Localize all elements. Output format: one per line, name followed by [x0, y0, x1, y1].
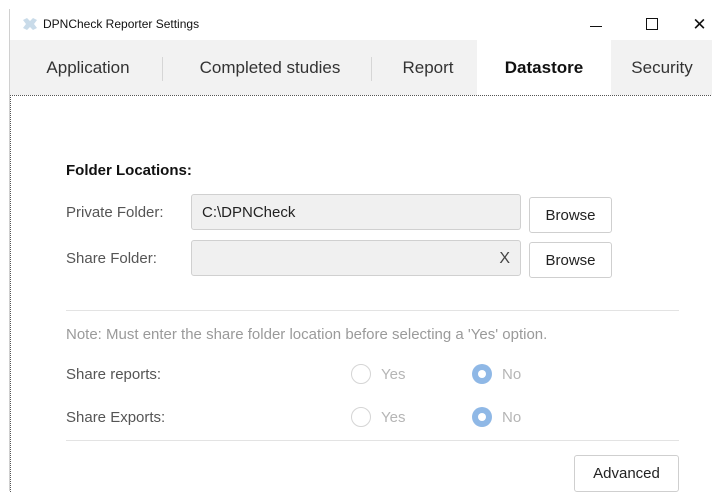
tab-separator: [371, 57, 372, 81]
close-button[interactable]: ✕: [686, 9, 712, 39]
folder-locations-heading: Folder Locations:: [66, 162, 192, 179]
datastore-panel: Folder Locations: Private Folder: C:\DPN…: [10, 95, 712, 492]
share-folder-input[interactable]: X: [191, 240, 521, 276]
private-folder-input[interactable]: C:\DPNCheck: [191, 194, 521, 230]
private-folder-value: C:\DPNCheck: [202, 203, 296, 221]
share-reports-label: Share reports:: [66, 366, 162, 383]
tab-report[interactable]: Report: [380, 40, 476, 95]
window-title: DPNCheck Reporter Settings: [43, 17, 200, 31]
minimize-icon: [590, 25, 602, 27]
radio-no-label: No: [502, 365, 522, 383]
settings-window: DPNCheck Reporter Settings ✕ Application…: [9, 9, 712, 492]
maximize-icon: [646, 18, 658, 30]
share-exports-yes-radio[interactable]: Yes: [351, 407, 405, 427]
divider: [66, 440, 679, 441]
radio-unchecked-icon: [351, 407, 371, 427]
close-icon: ✕: [692, 14, 707, 34]
browse-private-button[interactable]: Browse: [529, 197, 612, 233]
clear-share-folder-button[interactable]: X: [499, 250, 510, 268]
share-folder-label: Share Folder:: [66, 250, 157, 267]
share-reports-yes-radio[interactable]: Yes: [351, 364, 405, 384]
minimize-button[interactable]: [576, 9, 616, 39]
tab-bar: Application Completed studies Report Dat…: [10, 40, 712, 95]
radio-checked-icon: [472, 407, 492, 427]
tab-completed-studies[interactable]: Completed studies: [170, 40, 370, 95]
tab-application[interactable]: Application: [18, 40, 158, 95]
radio-checked-icon: [472, 364, 492, 384]
share-reports-no-radio[interactable]: No: [472, 364, 521, 384]
radio-yes-label: Yes: [381, 408, 406, 426]
share-note: Note: Must enter the share folder locati…: [66, 326, 548, 343]
share-exports-no-radio[interactable]: No: [472, 407, 521, 427]
radio-unchecked-icon: [351, 364, 371, 384]
radio-yes-label: Yes: [381, 365, 406, 383]
maximize-button[interactable]: [632, 9, 672, 39]
browse-share-button[interactable]: Browse: [529, 242, 612, 278]
title-bar: DPNCheck Reporter Settings ✕: [10, 9, 712, 39]
divider: [66, 310, 679, 311]
share-exports-label: Share Exports:: [66, 409, 166, 426]
advanced-button[interactable]: Advanced: [574, 455, 679, 492]
private-folder-label: Private Folder:: [66, 204, 164, 221]
tab-security[interactable]: Security: [611, 40, 712, 95]
tab-separator: [162, 57, 163, 81]
tab-datastore[interactable]: Datastore: [477, 40, 611, 95]
radio-no-label: No: [502, 408, 522, 426]
app-logo-icon: [23, 18, 37, 30]
